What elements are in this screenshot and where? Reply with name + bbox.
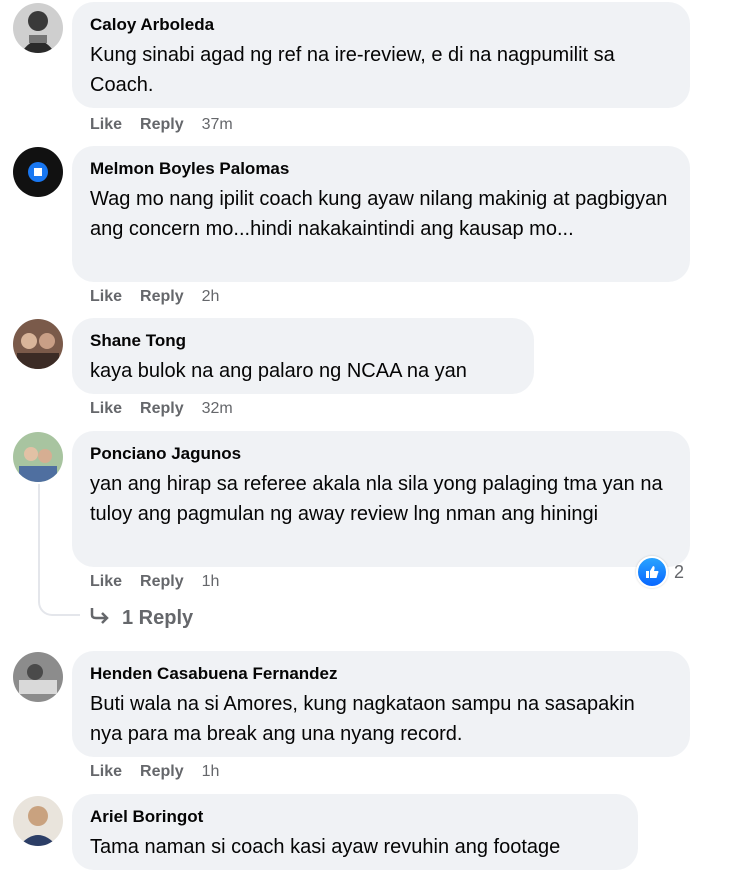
comment-timestamp[interactable]: 2h [202, 288, 220, 305]
comment-bubble: Ariel Boringot Tama naman si coach kasi … [72, 794, 638, 870]
like-button[interactable]: Like [90, 400, 122, 417]
like-button[interactable]: Like [90, 288, 122, 305]
reply-button[interactable]: Reply [140, 116, 184, 133]
avatar[interactable] [13, 652, 63, 702]
comment-text: Buti wala na si Amores, kung nagkataon s… [90, 693, 635, 745]
reply-button[interactable]: Reply [140, 288, 184, 305]
view-replies-link[interactable]: 1 Reply [90, 606, 193, 630]
comment-bubble: Caloy Arboleda Kung sinabi agad ng ref n… [72, 2, 690, 108]
comment-actions: Like Reply 1h [90, 762, 237, 782]
comment-timestamp[interactable]: 1h [202, 573, 220, 590]
comment-text: yan ang hirap sa referee akala nla sila … [90, 473, 663, 525]
replies-count[interactable]: 1 Reply [122, 607, 193, 630]
comment-bubble: Ponciano Jagunos yan ang hirap sa refere… [72, 431, 690, 567]
comment-author[interactable]: Ponciano Jagunos [90, 443, 672, 465]
comment-bubble: Henden Casabuena Fernandez Buti wala na … [72, 651, 690, 757]
reply-arrow-icon [90, 606, 112, 630]
reply-button[interactable]: Reply [140, 763, 184, 780]
comment-timestamp[interactable]: 37m [202, 116, 233, 133]
comment-text: Tama naman si coach kasi ayaw revuhin an… [90, 836, 561, 858]
comment-author[interactable]: Henden Casabuena Fernandez [90, 663, 672, 685]
comment-timestamp[interactable]: 32m [202, 400, 233, 417]
comment-actions: Like Reply 32m [90, 399, 251, 419]
comment-author[interactable]: Melmon Boyles Palomas [90, 158, 672, 180]
comment-actions: Like Reply 2h [90, 287, 237, 307]
comment-actions: Like Reply 37m [90, 115, 251, 135]
comment-author[interactable]: Ariel Boringot [90, 806, 620, 828]
reaction-count: 2 [674, 561, 685, 582]
reply-button[interactable]: Reply [140, 573, 184, 590]
reaction-summary[interactable]: 2 [636, 556, 684, 588]
reply-button[interactable]: Reply [140, 400, 184, 417]
like-button[interactable]: Like [90, 763, 122, 780]
like-button[interactable]: Like [90, 116, 122, 133]
comment-actions: Like Reply 1h [90, 572, 237, 592]
avatar[interactable] [13, 3, 63, 53]
avatar[interactable] [13, 432, 63, 482]
like-reaction-icon [636, 556, 668, 588]
avatar[interactable] [13, 147, 63, 197]
comment-timestamp[interactable]: 1h [202, 763, 220, 780]
avatar[interactable] [13, 796, 63, 846]
comment-bubble: Shane Tong kaya bulok na ang palaro ng N… [72, 318, 534, 394]
comment-author[interactable]: Shane Tong [90, 330, 516, 352]
comment-text: Wag mo nang ipilit coach kung ayaw nilan… [90, 188, 668, 240]
like-button[interactable]: Like [90, 573, 122, 590]
comment-text: Kung sinabi agad ng ref na ire-review, e… [90, 44, 615, 96]
avatar[interactable] [13, 319, 63, 369]
comment-author[interactable]: Caloy Arboleda [90, 14, 672, 36]
comment-text: kaya bulok na ang palaro ng NCAA na yan [90, 360, 467, 382]
comment-bubble: Melmon Boyles Palomas Wag mo nang ipilit… [72, 146, 690, 282]
